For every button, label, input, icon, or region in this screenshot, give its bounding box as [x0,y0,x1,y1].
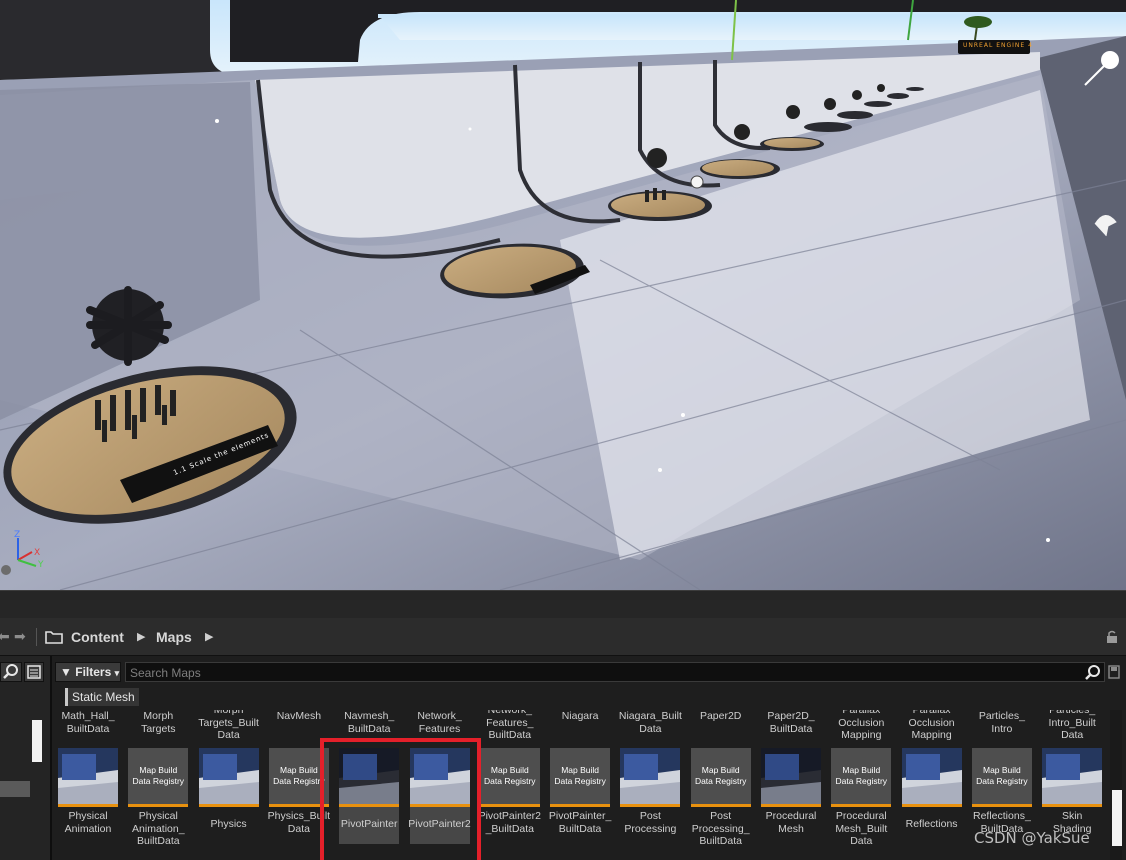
asset-name: Procedural Mesh_Built Data [835,810,888,847]
path-separator [36,628,37,646]
viewport-scene [0,0,1126,590]
engine-sign: UNREAL ENGINE 4 [963,42,1033,49]
asset-label-top[interactable]: Network_ Features [404,710,476,735]
asset-label-top[interactable]: Parallax Occlusion Mapping [896,710,968,742]
folder-icon [45,631,63,644]
asset-label-top[interactable]: Paper2D [685,710,757,723]
asset-tile[interactable]: Physics [198,748,259,844]
asset-tile[interactable]: Map Build Data Registry Physical Animation_… [128,748,189,847]
asset-label-top[interactable]: Math_Hall_ BuiltData [54,710,124,735]
asset-type-bar [58,804,118,807]
asset-name: Procedural Mesh [765,810,817,835]
asset-tile[interactable]: Post Processing [620,748,681,844]
axis-x-label: X [34,548,41,558]
static-mesh-filter-chip[interactable]: Static Mesh [65,688,139,706]
asset-tile[interactable]: Reflections [901,748,962,844]
asset-label-top[interactable]: Niagara [544,710,616,723]
registry-thumbnail: Map Build Data Registry [479,748,540,807]
asset-name: Physical Animation [64,810,112,835]
asset-type-bar [1042,804,1103,807]
asset-label-top[interactable]: Morph Targets_Built Data [193,710,265,742]
sources-search-button[interactable] [0,662,22,682]
map-thumbnail [620,748,681,807]
asset-tile[interactable]: Map Build Data Registry PivotPainter2 _Buil… [479,748,541,844]
asset-tile[interactable]: Map Build Data Registry PivotPainter_ Built… [549,748,611,844]
axis-z-label: Z [14,530,21,540]
panel-divider[interactable] [0,590,1126,618]
path-bar: ⬅ ➡ Content ▶ Maps ▶ [0,618,1126,656]
map-thumbnail [901,748,962,807]
lock-icon[interactable] [1105,630,1119,644]
forward-arrow-icon[interactable]: ➡ [14,629,26,645]
search-box[interactable] [125,662,1105,682]
search-icon [3,664,18,679]
search-input[interactable] [130,665,1070,680]
breadcrumb-maps[interactable]: Maps [156,629,192,645]
watermark: CSDN @YakSue [974,829,1090,847]
content-browser: ⬅ ➡ Content ▶ Maps ▶ ▼ Filters ▾ Search … [0,618,1126,860]
asset-name: PivotPainter_ BuiltData [548,810,612,835]
registry-thumbnail: Map Build Data Registry [971,748,1032,807]
registry-thumbnail: Map Build Data Registry [831,748,892,807]
breadcrumb-content[interactable]: Content [71,629,124,645]
sources-view-button[interactable] [24,662,44,682]
asset-label-top[interactable]: Particles_ Intro [966,710,1038,735]
asset-grid-scroll-thumb[interactable] [1112,790,1122,846]
axis-y-label: Y [38,560,44,570]
asset-grid: Math_Hall_ BuiltData Morph Targets Morph Targ… [54,710,1108,860]
sources-scrollbar[interactable] [32,720,42,762]
asset-tile[interactable]: Physical Animation [58,748,118,844]
asset-type-bar [831,804,892,807]
sources-panel [0,656,52,860]
asset-tile[interactable]: Procedural Mesh [761,748,821,844]
asset-type-bar [761,804,821,807]
asset-tile[interactable]: Map Build Data Registry Procedural Mesh_Bui… [831,748,892,847]
asset-name: Physical Animation_ BuiltData [132,810,185,847]
chevron-down-icon: ▾ [114,668,120,678]
filter-icon: ▼ [60,665,72,679]
asset-name: Physics [210,818,247,830]
sources-selected-item[interactable] [0,781,30,797]
filters-button[interactable]: ▼ Filters ▾ [55,662,121,682]
level-viewport[interactable]: UNREAL ENGINE 4 1.1 Scale the elements Z… [0,0,1126,590]
asset-type-bar [690,804,751,807]
asset-label-top[interactable]: NavMesh [263,710,335,723]
asset-label-top[interactable]: Particles_ Intro_Built Data [1036,710,1108,742]
asset-type-bar [971,804,1032,807]
asset-type-bar [620,804,681,807]
asset-label-top[interactable]: Paper2D_ BuiltData [755,710,827,735]
asset-label-top[interactable]: Niagara_Built Data [614,710,686,735]
asset-type-bar [550,804,611,807]
asset-label-top[interactable]: Parallax Occlusion Mapping [825,710,897,742]
registry-thumbnail: Map Build Data Registry [128,748,189,807]
asset-name: Reflections [905,818,958,830]
asset-label-top[interactable]: Network_ Features_ BuiltData [474,710,546,742]
map-thumbnail [761,748,821,807]
asset-name: PivotPainter2 _BuiltData [478,810,542,835]
registry-thumbnail: Map Build Data Registry [690,748,751,807]
back-arrow-icon[interactable]: ⬅ [0,629,10,645]
asset-type-bar [198,804,259,807]
asset-type-bar [901,804,962,807]
list-view-icon [27,665,41,679]
selection-highlight [320,738,481,860]
map-thumbnail [1042,748,1103,807]
asset-type-bar [479,804,540,807]
map-thumbnail [198,748,259,807]
save-search-icon[interactable] [1108,665,1120,679]
map-thumbnail [58,748,118,807]
breadcrumb-chevron-icon[interactable]: ▶ [205,630,213,643]
asset-name: Post Processing [624,810,677,835]
asset-label-top[interactable]: Morph Targets [122,710,194,735]
search-icon[interactable] [1084,664,1102,681]
registry-thumbnail: Map Build Data Registry [550,748,611,807]
asset-type-bar [128,804,189,807]
asset-name: Post Processing_ BuiltData [691,810,750,847]
filters-label: Filters [75,665,112,679]
asset-label-top[interactable]: Navmesh_ BuiltData [333,710,405,735]
editor-window: UNREAL ENGINE 4 1.1 Scale the elements Z… [0,0,1126,860]
asset-tile[interactable]: Map Build Data Registry Post Processing_ Bui… [690,748,751,847]
breadcrumb-chevron-icon[interactable]: ▶ [137,630,145,643]
